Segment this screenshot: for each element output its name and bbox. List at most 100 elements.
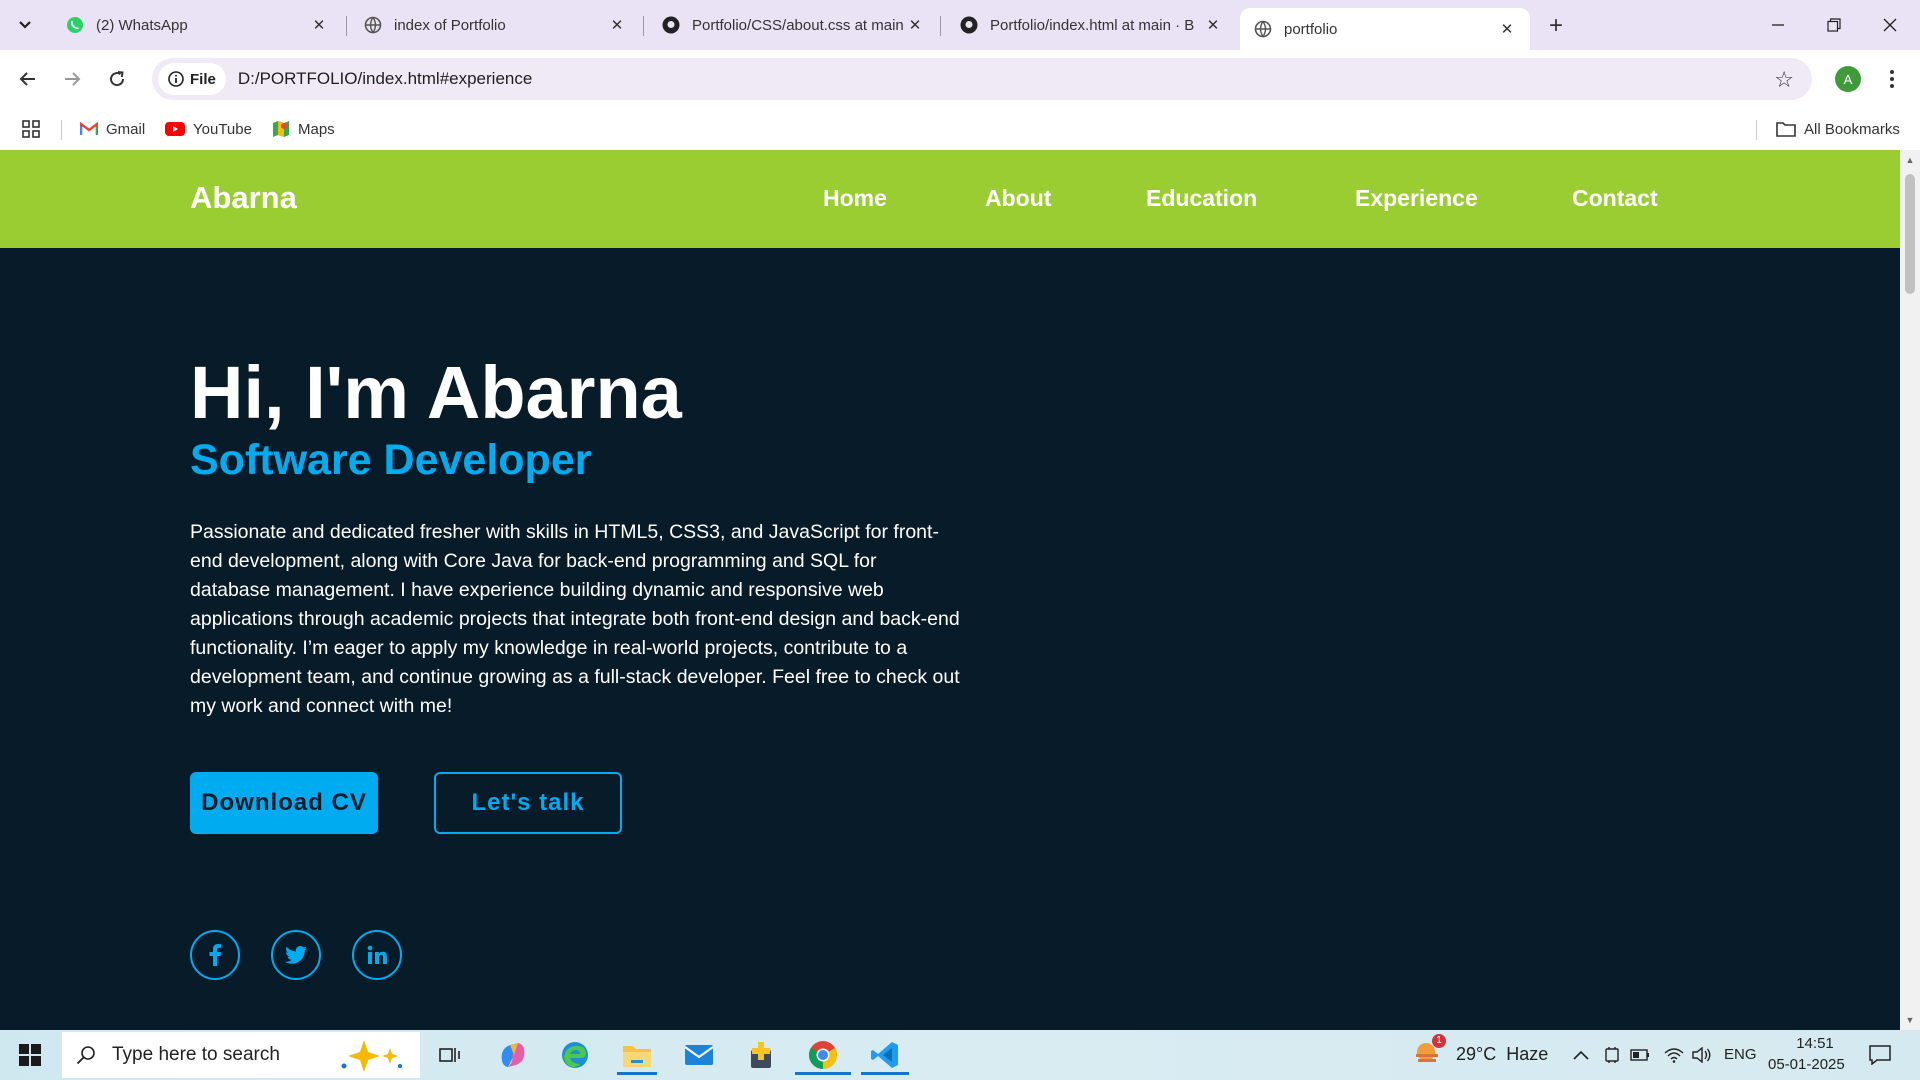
nav-contact[interactable]: Contact [1572, 185, 1658, 212]
taskbar-app[interactable] [733, 1035, 789, 1075]
linkedin-link[interactable] [352, 930, 402, 980]
bookmark-youtube[interactable]: YouTube [165, 117, 252, 141]
task-view-button[interactable] [422, 1035, 478, 1075]
tab-index-of-portfolio[interactable]: index of Portfolio ✕ [350, 8, 640, 42]
tab-about-css[interactable]: Portfolio/CSS/about.css at main ✕ [648, 8, 938, 42]
taskbar-search[interactable]: Type here to search [62, 1032, 420, 1078]
github-icon [960, 16, 978, 34]
tab-separator [643, 16, 644, 36]
url-text[interactable]: D:/PORTFOLIO/index.html#experience [238, 69, 532, 89]
tab-search-button[interactable] [10, 11, 40, 39]
vscode-icon [871, 1042, 898, 1068]
tab-separator [940, 16, 941, 36]
minimize-button[interactable] [1750, 0, 1806, 50]
taskbar-edge[interactable] [547, 1035, 603, 1075]
whatsapp-icon [67, 17, 83, 33]
weather-text[interactable]: 29°C Haze [1456, 1044, 1548, 1065]
scroll-down-icon[interactable]: ▼ [1904, 1014, 1916, 1026]
download-cv-button[interactable]: Download CV [190, 772, 378, 834]
site-logo[interactable]: Abarna [190, 180, 297, 216]
mail-icon [684, 1045, 714, 1065]
site-header: Abarna Home About Education Experience C… [0, 150, 1900, 248]
weather-widget[interactable]: 1 [1412, 1034, 1446, 1073]
arrow-right-icon [65, 72, 81, 86]
facebook-link[interactable] [190, 930, 240, 980]
clock-time[interactable]: 14:51 [1790, 1035, 1840, 1052]
bookmark-star-icon[interactable]: ☆ [1774, 67, 1794, 93]
all-bookmarks-button[interactable]: All Bookmarks [1776, 117, 1900, 141]
close-icon[interactable]: ✕ [1496, 18, 1518, 40]
reload-icon [110, 71, 125, 87]
restore-icon [1827, 18, 1841, 32]
apps-button[interactable] [22, 117, 40, 141]
lets-talk-button[interactable]: Let's talk [434, 772, 622, 834]
close-icon[interactable]: ✕ [606, 14, 628, 36]
nav-about[interactable]: About [985, 185, 1051, 212]
reload-button[interactable] [101, 63, 133, 95]
nav-experience[interactable]: Experience [1355, 185, 1478, 212]
device-icon [1605, 1047, 1619, 1063]
bookmarks-bar: Gmail YouTube Maps All Bookmarks [0, 108, 1920, 150]
back-button[interactable] [12, 63, 44, 95]
show-hidden-icons-button[interactable] [1566, 1035, 1596, 1075]
notifications-button[interactable] [1860, 1035, 1900, 1075]
plus-icon: + [1548, 12, 1563, 39]
bookmark-separator [61, 120, 62, 140]
close-icon[interactable]: ✕ [308, 14, 330, 36]
profile-avatar[interactable]: A [1835, 66, 1861, 92]
linkedin-icon [367, 945, 387, 964]
site-info-chip[interactable]: File [158, 63, 226, 95]
address-bar[interactable]: File D:/PORTFOLIO/index.html#experience … [152, 58, 1812, 100]
tab-portfolio[interactable]: portfolio ✕ [1240, 8, 1530, 50]
globe-icon [1254, 20, 1272, 38]
start-button[interactable] [0, 1030, 60, 1080]
nav-education[interactable]: Education [1146, 185, 1257, 212]
twitter-icon [285, 946, 307, 964]
language-indicator[interactable]: ENG [1724, 1046, 1757, 1063]
bookmark-gmail[interactable]: Gmail [80, 117, 145, 141]
apps-grid-icon [22, 120, 40, 138]
active-app-indicator [617, 1072, 657, 1075]
restore-button[interactable] [1806, 0, 1862, 50]
taskbar-chrome[interactable] [795, 1035, 851, 1075]
tab-title: index of Portfolio [394, 16, 506, 34]
taskbar-mail[interactable] [671, 1035, 727, 1075]
taskbar-copilot[interactable] [485, 1035, 541, 1075]
page-scrollbar[interactable]: ▲ ▼ [1900, 150, 1920, 1030]
tab-title: (2) WhatsApp [96, 16, 188, 34]
folder-icon [623, 1046, 651, 1067]
browser-menu-button[interactable] [1880, 64, 1904, 94]
scroll-up-icon[interactable]: ▲ [1904, 154, 1916, 166]
tab-index-html[interactable]: Portfolio/index.html at main · B ✕ [946, 8, 1236, 42]
taskbar-vscode[interactable] [857, 1035, 913, 1075]
wifi-icon [1664, 1048, 1684, 1063]
notification-icon [1869, 1045, 1891, 1065]
youtube-icon [165, 122, 185, 136]
tab-title: portfolio [1284, 20, 1338, 38]
close-window-button[interactable] [1862, 0, 1918, 50]
close-icon[interactable]: ✕ [904, 14, 926, 36]
nav-home[interactable]: Home [823, 185, 887, 212]
gmail-icon [80, 122, 98, 135]
close-icon[interactable]: ✕ [1202, 14, 1224, 36]
bookmark-maps[interactable]: Maps [272, 117, 335, 141]
new-tab-button[interactable]: + [1540, 10, 1572, 42]
app-icon [751, 1042, 771, 1068]
weather-badge: 1 [1432, 1034, 1446, 1048]
hero-title: Hi, I'm Abarna [190, 351, 682, 434]
twitter-link[interactable] [271, 930, 321, 980]
taskbar-file-explorer[interactable] [609, 1035, 665, 1075]
search-placeholder: Type here to search [112, 1044, 280, 1065]
tray-battery[interactable] [1626, 1035, 1654, 1075]
minimize-icon [1772, 24, 1784, 26]
tray-device[interactable] [1598, 1035, 1626, 1075]
scroll-thumb[interactable] [1905, 174, 1915, 294]
globe-icon [364, 16, 382, 34]
tray-network[interactable] [1660, 1035, 1688, 1075]
chevron-down-icon [19, 21, 31, 29]
hero-subtitle: Software Developer [190, 436, 592, 484]
tab-whatsapp[interactable]: (2) WhatsApp ✕ [52, 8, 342, 42]
clock-date[interactable]: 05-01-2025 [1768, 1056, 1845, 1073]
forward-button[interactable] [56, 63, 88, 95]
tray-volume[interactable] [1688, 1035, 1716, 1075]
